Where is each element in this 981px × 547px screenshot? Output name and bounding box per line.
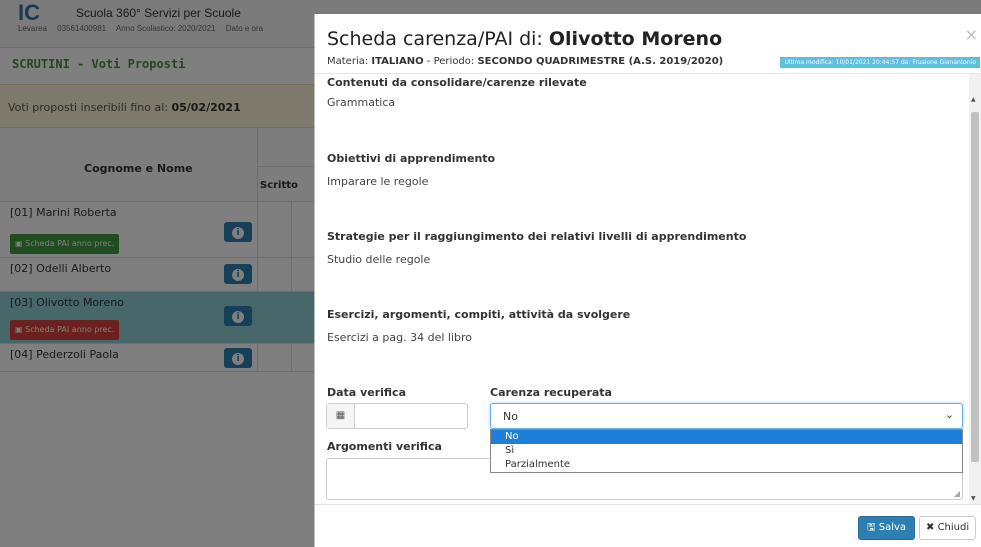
data-verifica-field[interactable]: ▦ bbox=[326, 403, 468, 429]
modal-header: Scheda carenza/PAI di: Olivotto Moreno M… bbox=[315, 14, 981, 74]
periodo-label: - Periodo: bbox=[426, 56, 475, 67]
pai-modal: Contenuti da consolidare/carenze rilevat… bbox=[314, 14, 981, 547]
modal-title: Scheda carenza/PAI di: Olivotto Moreno bbox=[327, 28, 722, 50]
modal-title-student: Olivotto Moreno bbox=[548, 28, 723, 50]
carenza-recuperata-label: Carenza recuperata bbox=[490, 386, 612, 399]
dropdown-option-parzialmente[interactable]: Parzialmente bbox=[491, 458, 962, 472]
argomenti-verifica-label: Argomenti verifica bbox=[327, 440, 442, 453]
select-value: No bbox=[503, 410, 518, 423]
field-value-obiettivi: Imparare le regole bbox=[327, 175, 429, 188]
close-icon[interactable]: × bbox=[965, 25, 978, 44]
data-verifica-label: Data verifica bbox=[327, 386, 406, 399]
field-label-esercizi: Esercizi, argomenti, compiti, attività d… bbox=[327, 308, 631, 321]
modal-subtitle: Materia: ITALIANO - Periodo: SECONDO QUA… bbox=[327, 56, 723, 67]
dropdown-option-si[interactable]: Sì bbox=[491, 444, 962, 458]
materia-value: ITALIANO bbox=[371, 56, 424, 67]
field-label-strategie: Strategie per il raggiungimento dei rela… bbox=[327, 230, 747, 243]
save-button[interactable]: 🖫 Salva bbox=[858, 516, 916, 540]
scroll-down-icon[interactable]: ▼ bbox=[971, 495, 976, 502]
periodo-value: SECONDO QUADRIMESTRE (A.S. 2019/2020) bbox=[477, 56, 724, 67]
field-value-contenuti: Grammatica bbox=[327, 96, 396, 109]
save-icon: 🖫 bbox=[867, 522, 876, 533]
field-value-strategie: Studio delle regole bbox=[327, 253, 431, 266]
save-label: Salva bbox=[878, 522, 907, 533]
modal-body: Contenuti da consolidare/carenze rilevat… bbox=[315, 74, 970, 504]
materia-label: Materia: bbox=[327, 56, 369, 67]
scrollbar-thumb[interactable] bbox=[971, 112, 979, 462]
carenza-dropdown-list: No Sì Parzialmente bbox=[490, 429, 963, 473]
close-label: Chiudi bbox=[937, 522, 970, 533]
scroll-up-icon[interactable]: ▲ bbox=[971, 96, 976, 103]
carenza-recuperata-select[interactable]: No ⌄ bbox=[490, 403, 963, 429]
last-modified-badge: Ultima modifica: 10/01/2021 20:44:57 da:… bbox=[780, 57, 980, 68]
modal-footer: 🖫 Salva ✖ Chiudi bbox=[315, 504, 981, 547]
calendar-icon[interactable]: ▦ bbox=[327, 404, 355, 428]
chevron-down-icon: ⌄ bbox=[944, 408, 954, 421]
field-label-contenuti: Contenuti da consolidare/carenze rilevat… bbox=[327, 76, 587, 89]
modal-title-prefix: Scheda carenza/PAI di: bbox=[327, 28, 543, 50]
field-value-esercizi: Esercizi a pag. 34 del libro bbox=[327, 331, 472, 344]
close-button[interactable]: ✖ Chiudi bbox=[919, 516, 977, 540]
close-icon: ✖ bbox=[926, 522, 935, 533]
field-label-obiettivi: Obiettivi di apprendimento bbox=[327, 152, 496, 165]
dropdown-option-no[interactable]: No bbox=[491, 430, 962, 444]
data-verifica-input[interactable] bbox=[357, 406, 465, 426]
resize-grip-icon[interactable]: ◢ bbox=[954, 489, 960, 498]
modal-scrollbar[interactable]: ▲ ▼ bbox=[969, 74, 981, 504]
